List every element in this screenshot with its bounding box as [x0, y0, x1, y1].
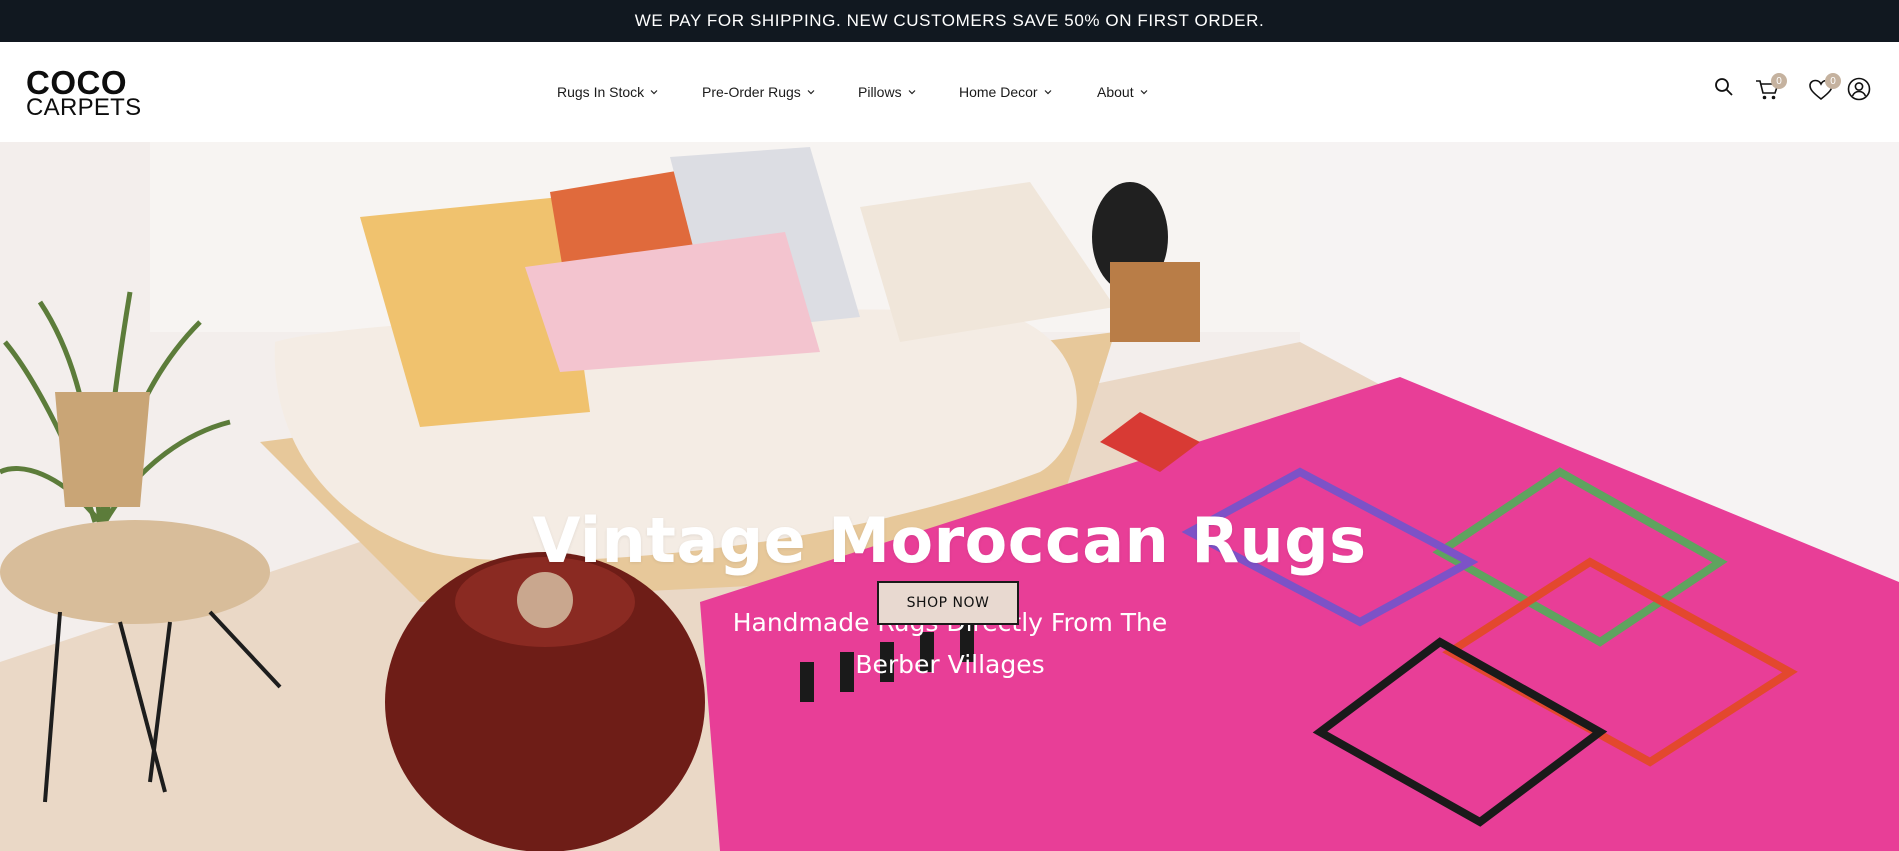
nav-item-rugs-in-stock[interactable]: Rugs In Stock — [557, 84, 659, 100]
chevron-down-icon — [807, 90, 815, 95]
nav-item-pillows[interactable]: Pillows — [858, 84, 917, 100]
nav-item-home-decor[interactable]: Home Decor — [959, 84, 1053, 100]
nav-item-label: Pillows — [858, 84, 902, 100]
shop-now-button[interactable]: SHOP NOW — [877, 581, 1019, 625]
chevron-down-icon — [1044, 90, 1052, 95]
hero-banner: Vintage Moroccan Rugs Handmade Rugs Dire… — [0, 142, 1899, 851]
nav-item-label: About — [1097, 84, 1134, 100]
cart-count-badge: 0 — [1771, 73, 1787, 89]
account-button[interactable] — [1847, 77, 1873, 103]
nav-item-label: Pre-Order Rugs — [702, 84, 801, 100]
site-header — [0, 42, 1899, 142]
brand-logo-line2: CARPETS — [26, 94, 142, 121]
nav-item-label: Home Decor — [959, 84, 1038, 100]
nav-item-about[interactable]: About — [1097, 84, 1149, 100]
announcement-text: WE PAY FOR SHIPPING. NEW CUSTOMERS SAVE … — [634, 11, 1265, 30]
hero-background-image — [0, 142, 1899, 851]
brand-logo[interactable]: COCO CARPETS — [26, 66, 141, 120]
announcement-bar: WE PAY FOR SHIPPING. NEW CUSTOMERS SAVE … — [0, 0, 1899, 42]
chevron-down-icon — [650, 90, 658, 95]
nav-item-label: Rugs In Stock — [557, 84, 645, 100]
chevron-down-icon — [908, 90, 916, 95]
hero-title: Vintage Moroccan Rugs — [532, 504, 1367, 577]
user-icon — [1847, 77, 1871, 101]
wishlist-count: 0 — [1830, 75, 1836, 87]
search-icon — [1715, 78, 1733, 96]
chevron-down-icon — [1140, 90, 1148, 95]
wishlist-count-badge: 0 — [1825, 73, 1841, 89]
search-button[interactable] — [1713, 76, 1739, 102]
cart-count: 0 — [1776, 75, 1782, 87]
nav-item-pre-order-rugs[interactable]: Pre-Order Rugs — [702, 84, 816, 100]
